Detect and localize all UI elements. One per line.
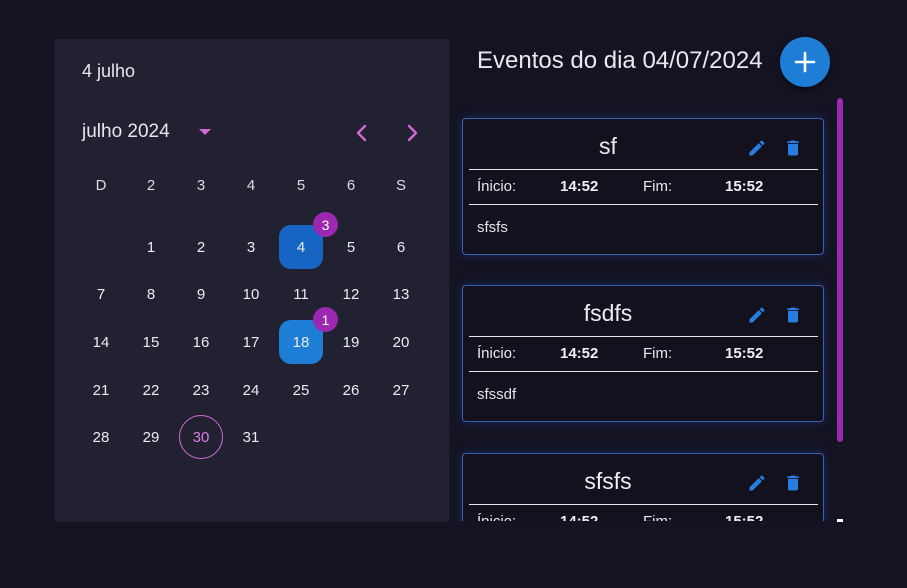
calendar-day-13[interactable]: 13 bbox=[379, 272, 423, 316]
calendar-day-12[interactable]: 12 bbox=[329, 272, 373, 316]
calendar-day-10[interactable]: 10 bbox=[229, 272, 273, 316]
calendar-day-2[interactable]: 2 bbox=[179, 225, 223, 269]
end-label: Fim: bbox=[643, 513, 672, 521]
start-label: Ínicio: bbox=[477, 178, 517, 195]
calendar-day-27[interactable]: 27 bbox=[379, 368, 423, 412]
weekday-label: 5 bbox=[296, 177, 306, 194]
plus-icon bbox=[794, 51, 816, 73]
calendar-day-30[interactable]: 30 bbox=[179, 415, 223, 459]
calendar-panel: 4 julho julho 2024 D23456S 1 2 3 4 3 5 6 7 8 9 10 1… bbox=[55, 39, 449, 522]
divider bbox=[469, 336, 818, 337]
weekday-label: 3 bbox=[196, 177, 206, 194]
add-event-button[interactable] bbox=[780, 37, 830, 87]
month-year-label[interactable]: julho 2024 bbox=[82, 121, 170, 143]
end-label: Fim: bbox=[643, 345, 673, 362]
calendar-day-26[interactable]: 26 bbox=[329, 368, 373, 412]
start-label: Ínicio: bbox=[477, 345, 517, 362]
calendar-day-23[interactable]: 23 bbox=[179, 368, 223, 412]
weekday-label: 6 bbox=[346, 177, 356, 194]
events-title: Eventos do dia 04/07/2024 bbox=[477, 47, 763, 74]
event-card[interactable]: sf Ínicio: 14:52 Fim: 15:52 sfsfs bbox=[462, 118, 824, 255]
trash-icon[interactable] bbox=[783, 305, 803, 325]
start-time: 14:52 bbox=[560, 178, 599, 195]
calendar-day-31[interactable]: 31 bbox=[229, 415, 273, 459]
calendar-day-1[interactable]: 1 bbox=[129, 225, 173, 269]
event-description: sfssdf bbox=[477, 386, 517, 403]
calendar-day-6[interactable]: 6 bbox=[379, 225, 423, 269]
caret-down-icon[interactable] bbox=[198, 127, 212, 137]
calendar-day-24[interactable]: 24 bbox=[229, 368, 273, 412]
scrollbar-thumb[interactable] bbox=[837, 98, 843, 442]
event-name: sfsfs bbox=[584, 468, 632, 494]
trash-icon[interactable] bbox=[783, 473, 803, 493]
chevron-left-icon[interactable] bbox=[348, 119, 376, 147]
event-description: sfsfs bbox=[477, 219, 508, 236]
end-time: 15:52 bbox=[725, 513, 763, 521]
calendar-day-20[interactable]: 20 bbox=[379, 320, 423, 364]
calendar-day-28[interactable]: 28 bbox=[79, 415, 123, 459]
calendar-day-8[interactable]: 8 bbox=[129, 272, 173, 316]
calendar-day-9[interactable]: 9 bbox=[179, 272, 223, 316]
event-name: fsdfs bbox=[583, 300, 633, 326]
start-time: 14:52 bbox=[560, 513, 598, 521]
chevron-right-icon[interactable] bbox=[398, 119, 426, 147]
divider bbox=[469, 371, 818, 372]
events-list: sf Ínicio: 14:52 Fim: 15:52 sfsfs fsdfs Ínicio:… bbox=[455, 100, 833, 521]
event-card[interactable]: sfsfs Ínicio: 14:52 Fim: 15:52 bbox=[462, 453, 824, 521]
weekday-label: D bbox=[95, 177, 107, 194]
event-name: sf bbox=[599, 133, 617, 159]
edit-icon[interactable] bbox=[747, 138, 767, 158]
weekday-label: S bbox=[395, 177, 406, 194]
divider bbox=[469, 204, 818, 205]
end-time: 15:52 bbox=[725, 345, 764, 362]
start-label: Ínicio: bbox=[477, 513, 516, 521]
selected-date-label: 4 julho bbox=[82, 61, 136, 81]
end-time: 15:52 bbox=[725, 178, 764, 195]
calendar-day-22[interactable]: 22 bbox=[129, 368, 173, 412]
calendar-day-19[interactable]: 19 bbox=[329, 320, 373, 364]
calendar-day-21[interactable]: 21 bbox=[79, 368, 123, 412]
calendar-day-17[interactable]: 17 bbox=[229, 320, 273, 364]
calendar-day-7[interactable]: 7 bbox=[79, 272, 123, 316]
weekday-label: 4 bbox=[246, 177, 256, 194]
calendar-day-5[interactable]: 5 bbox=[329, 225, 373, 269]
calendar-day-15[interactable]: 15 bbox=[129, 320, 173, 364]
calendar-day-16[interactable]: 16 bbox=[179, 320, 223, 364]
divider bbox=[469, 169, 818, 170]
edit-icon[interactable] bbox=[747, 473, 767, 493]
trash-icon[interactable] bbox=[783, 138, 803, 158]
weekday-label: 2 bbox=[146, 177, 156, 194]
edit-icon[interactable] bbox=[747, 305, 767, 325]
calendar-day-14[interactable]: 14 bbox=[79, 320, 123, 364]
scrollbar-end bbox=[837, 519, 843, 522]
divider bbox=[469, 504, 818, 505]
calendar-day-25[interactable]: 25 bbox=[279, 368, 323, 412]
event-card[interactable]: fsdfs Ínicio: 14:52 Fim: 15:52 sfssdf bbox=[462, 285, 824, 422]
calendar-day-3[interactable]: 3 bbox=[229, 225, 273, 269]
start-time: 14:52 bbox=[560, 345, 599, 362]
calendar-day-29[interactable]: 29 bbox=[129, 415, 173, 459]
end-label: Fim: bbox=[643, 178, 673, 195]
